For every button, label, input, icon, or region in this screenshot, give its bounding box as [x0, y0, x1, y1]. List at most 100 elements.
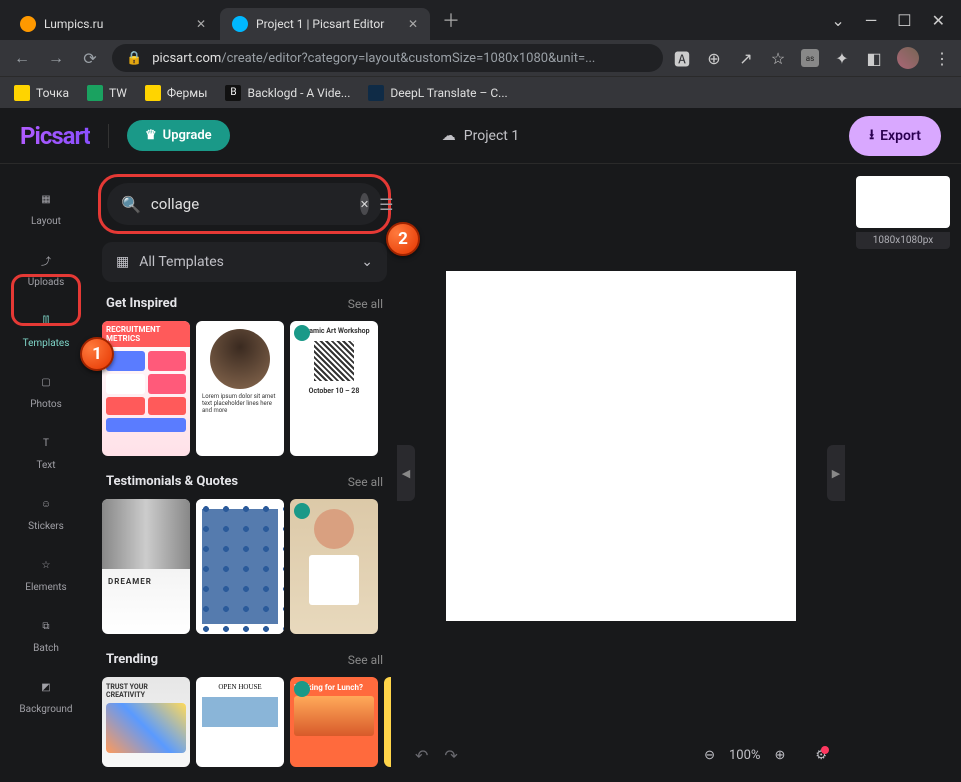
- notification-dot-icon: [821, 746, 829, 754]
- bookmark-item[interactable]: Фермы: [145, 85, 208, 101]
- bookmark-item[interactable]: BBacklogd - A Vide...: [225, 85, 350, 101]
- share-icon[interactable]: ↗: [737, 49, 755, 67]
- premium-badge-icon: [294, 681, 310, 697]
- chevron-down-icon[interactable]: ⌄: [831, 11, 844, 30]
- template-thumb[interactable]: Lorem ipsum dolor sit amet text placehol…: [196, 321, 284, 456]
- rail-layout[interactable]: ▦Layout: [11, 178, 81, 237]
- browser-actions: 🅰 ⊕ ↗ ☆ as ✦ ◧ ⋮: [673, 47, 951, 69]
- bookmarks-bar: Точка TW Фермы BBacklogd - A Vide... Dee…: [0, 76, 961, 108]
- layer-thumbnail[interactable]: [856, 176, 950, 228]
- tab-favicon: [232, 16, 248, 32]
- canvas-area: ◀ ▶ ↶ ↷ ⊖ 100% ⊕ ⚙: [397, 164, 845, 782]
- profile-avatar[interactable]: [897, 47, 919, 69]
- rail-photos[interactable]: ▢Photos: [11, 361, 81, 420]
- star-icon[interactable]: ☆: [769, 49, 787, 67]
- rail-label: Uploads: [28, 277, 64, 288]
- reload-icon[interactable]: ⟳: [78, 49, 102, 68]
- template-thumb[interactable]: RECRUITMENT METRICS: [102, 321, 190, 456]
- rail-label: Templates: [23, 338, 70, 349]
- bookmark-item[interactable]: TW: [87, 85, 127, 101]
- zoom-icon[interactable]: ⊕: [705, 49, 723, 67]
- template-thumb[interactable]: [290, 499, 378, 634]
- address-bar[interactable]: 🔒 picsart.com/create/editor?category=lay…: [112, 44, 663, 72]
- collapse-right-button[interactable]: ▶: [827, 445, 845, 501]
- upgrade-button[interactable]: ♛ Upgrade: [127, 120, 230, 151]
- sticker-icon: ☺: [35, 493, 57, 515]
- close-window-icon[interactable]: ✕: [932, 11, 945, 30]
- project-title[interactable]: ☁ Project 1: [442, 128, 519, 144]
- bookmark-item[interactable]: Точка: [14, 85, 69, 101]
- extension-icon[interactable]: as: [801, 49, 819, 67]
- rail-stickers[interactable]: ☺Stickers: [11, 483, 81, 542]
- rail-templates[interactable]: ⫿⫿Templates: [11, 300, 81, 359]
- search-box[interactable]: 🔍 ✕ ☰: [107, 183, 382, 225]
- zoom-in-icon[interactable]: ⊕: [774, 748, 785, 763]
- template-thumb[interactable]: Looking for Lunch?: [290, 677, 378, 767]
- new-tab-button[interactable]: ＋: [442, 7, 460, 33]
- rail-uploads[interactable]: ⤴Uploads: [11, 239, 81, 298]
- rail-background[interactable]: ◩Background: [11, 666, 81, 725]
- template-thumb[interactable]: [196, 499, 284, 634]
- divider: [108, 124, 109, 148]
- lock-icon: 🔒: [126, 51, 142, 66]
- template-thumb[interactable]: [384, 677, 391, 767]
- close-icon[interactable]: ✕: [196, 17, 206, 31]
- thumb-label: DREAMER: [102, 569, 190, 594]
- rail-label: Batch: [33, 643, 59, 654]
- upgrade-label: Upgrade: [163, 128, 212, 143]
- rail-elements[interactable]: ☆Elements: [11, 544, 81, 603]
- thumb-label: OPEN HOUSE: [196, 677, 284, 697]
- project-name-text: Project 1: [464, 128, 519, 144]
- puzzle-icon[interactable]: ✦: [833, 49, 851, 67]
- zoom-controls: ⊖ 100% ⊕ ⚙: [704, 748, 827, 763]
- menu-icon[interactable]: ⋮: [933, 49, 951, 67]
- back-icon[interactable]: ←: [10, 48, 34, 68]
- close-icon[interactable]: ✕: [408, 17, 418, 31]
- clear-icon[interactable]: ✕: [360, 193, 369, 215]
- bookmark-label: TW: [109, 86, 127, 100]
- translate-icon[interactable]: 🅰: [673, 49, 691, 67]
- rail-text[interactable]: TText: [11, 422, 81, 481]
- filter-icon[interactable]: ☰: [379, 195, 393, 214]
- text-icon: T: [35, 432, 57, 454]
- layout-icon: ▦: [35, 188, 57, 210]
- premium-badge-icon: [294, 503, 310, 519]
- minimize-icon[interactable]: ―: [865, 11, 878, 30]
- app-header: Picsart ♛ Upgrade ☁ Project 1 ⭳ Export: [0, 108, 961, 164]
- bookmark-item[interactable]: DeepL Translate – C...: [368, 85, 507, 101]
- canvas-viewport[interactable]: [397, 164, 845, 728]
- see-all-link[interactable]: See all: [348, 297, 383, 311]
- browser-tab-1[interactable]: Lumpics.ru ✕: [8, 8, 218, 40]
- undo-icon[interactable]: ↶: [415, 746, 428, 765]
- bookmark-label: Точка: [36, 86, 69, 100]
- maximize-icon[interactable]: ☐: [897, 11, 911, 30]
- browser-tab-2[interactable]: Project 1 | Picsart Editor ✕: [220, 8, 430, 40]
- collapse-left-button[interactable]: ◀: [397, 445, 415, 501]
- logo[interactable]: Picsart: [20, 122, 90, 150]
- template-thumb[interactable]: Ceramic Art WorkshopOctober 10 – 28: [290, 321, 378, 456]
- see-all-link[interactable]: See all: [348, 475, 383, 489]
- all-templates-dropdown[interactable]: ▦ All Templates ⌄: [102, 242, 387, 282]
- layers-panel: 1080x1080px: [845, 164, 961, 782]
- forward-icon[interactable]: →: [44, 48, 68, 68]
- template-thumb[interactable]: DREAMER: [102, 499, 190, 634]
- canvas[interactable]: [446, 271, 796, 621]
- see-all-link[interactable]: See all: [348, 653, 383, 667]
- search-highlight: 🔍 ✕ ☰: [98, 174, 391, 234]
- redo-icon[interactable]: ↷: [444, 746, 457, 765]
- zoom-level[interactable]: 100%: [729, 748, 760, 763]
- left-rail: ▦Layout ⤴Uploads ⫿⫿Templates ▢Photos TTe…: [0, 164, 92, 782]
- template-thumb[interactable]: TRUST YOUR CREATIVITY: [102, 677, 190, 767]
- rail-label: Photos: [30, 399, 62, 410]
- template-thumb[interactable]: OPEN HOUSE: [196, 677, 284, 767]
- layer-dimensions: 1080x1080px: [856, 232, 950, 249]
- export-button[interactable]: ⭳ Export: [849, 116, 941, 156]
- zoom-out-icon[interactable]: ⊖: [704, 748, 715, 763]
- settings-button[interactable]: ⚙: [815, 748, 827, 763]
- bookmark-label: Фермы: [167, 86, 208, 100]
- rail-batch[interactable]: ⧉Batch: [11, 605, 81, 664]
- search-input[interactable]: [151, 195, 350, 213]
- sidepanel-icon[interactable]: ◧: [865, 49, 883, 67]
- section-header: Testimonials & Quotes See all: [98, 474, 391, 499]
- background-icon: ◩: [35, 676, 57, 698]
